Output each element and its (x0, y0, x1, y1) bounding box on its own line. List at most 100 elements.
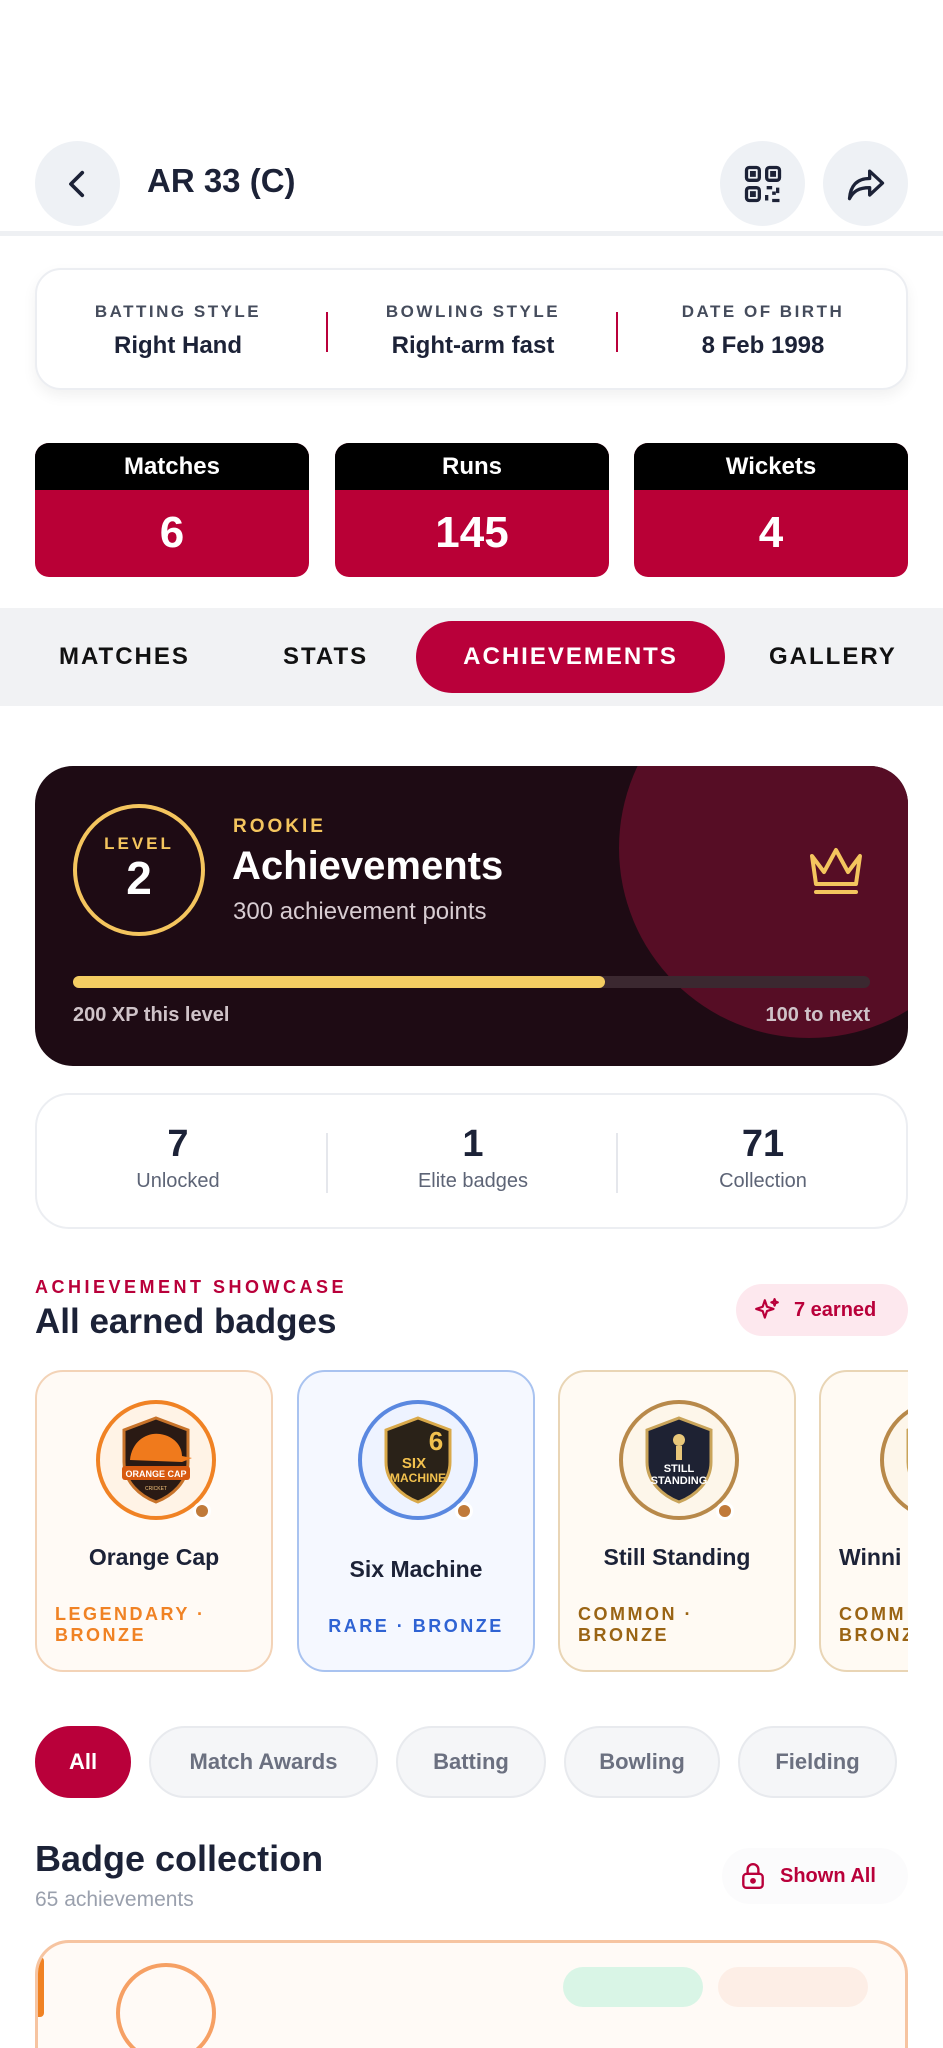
rarity-line: BRONZ (839, 1625, 908, 1645)
badge-card-still-standing[interactable]: STILL STANDING Still Standing COMMON · BR… (558, 1370, 796, 1672)
stat-value: 4 (758, 508, 784, 557)
bowling-style: BOWLING STYLE Right-arm fast (353, 302, 593, 360)
qr-code-icon (744, 165, 781, 202)
achievement-summary-card: 7 Unlocked 1 Elite badges 71 Collection (35, 1093, 908, 1229)
filter-match-awards[interactable]: Match Awards (149, 1726, 378, 1798)
divider (616, 1133, 618, 1193)
showcase-title: All earned badges (35, 1302, 337, 1341)
shown-all-button[interactable]: Shown All (722, 1848, 908, 1904)
filter-batting[interactable]: Batting (396, 1726, 546, 1798)
badge-name: Winni (839, 1544, 902, 1570)
rarity-line: COMM (839, 1604, 906, 1624)
badge-name: Orange Cap (88, 1544, 220, 1570)
rarity-line: COMMON · (578, 1604, 693, 1624)
emblem-text: STILL (664, 1463, 695, 1475)
badge-name: Still Standing (603, 1544, 751, 1570)
badge-emblem (880, 1400, 908, 1520)
filter-all[interactable]: All (35, 1726, 131, 1798)
stat-value: 145 (435, 508, 509, 557)
unlocked-count: 7 Unlocked (58, 1123, 298, 1193)
showcase-kicker: ACHIEVEMENT SHOWCASE (35, 1277, 348, 1297)
xp-this-level: 200 XP this level (73, 1004, 230, 1026)
emblem-text: ORANGE CAP (125, 1469, 186, 1479)
tab-achievements[interactable]: ACHIEVEMENTS (416, 621, 725, 693)
hero-title: Achievements (232, 844, 504, 888)
tab-stats[interactable]: STATS (283, 608, 368, 706)
status-badge (563, 1967, 703, 2007)
stat-label: Matches (35, 443, 309, 490)
tab-gallery[interactable]: GALLERY (769, 608, 897, 706)
decorative-circle (619, 766, 908, 1038)
info-label: BOWLING STYLE (385, 302, 561, 321)
xp-to-next: 100 to next (765, 1004, 870, 1026)
level-label: LEVEL (104, 834, 174, 853)
divider (616, 312, 618, 352)
emblem-text: SIX (402, 1455, 426, 1472)
lock-icon (742, 1863, 764, 1890)
batting-style: BATTING STYLE Right Hand (58, 302, 298, 360)
summary-value: 1 (462, 1123, 484, 1165)
badge-carousel[interactable]: ORANGE CAP CRICKET Orange Cap LEGENDARY … (35, 1368, 908, 1678)
divider (326, 1133, 328, 1193)
page-title: AR 33 (C) (147, 162, 296, 199)
tab-bar: MATCHES STATS ACHIEVEMENTS GALLERY (0, 608, 943, 706)
stat-value: 6 (159, 508, 185, 557)
share-button[interactable] (823, 141, 908, 226)
collection-count: 71 Collection (643, 1123, 883, 1193)
status-dot (193, 1502, 211, 1520)
crown-icon (810, 848, 862, 894)
share-arrow-icon (847, 169, 884, 200)
rarity-line: LEGENDARY · (55, 1604, 206, 1624)
date-of-birth: DATE OF BIRTH 8 Feb 1998 (643, 302, 883, 360)
info-label: DATE OF BIRTH (681, 302, 845, 321)
status-dot (716, 1502, 734, 1520)
badge-rarity: COMM BRONZ (839, 1604, 908, 1646)
filter-bowling[interactable]: Bowling (564, 1726, 720, 1798)
emblem-text: STANDING (651, 1475, 708, 1487)
qr-code-button[interactable] (720, 141, 805, 226)
tier-label: ROOKIE (233, 816, 326, 837)
still-standing-emblem-icon: STILL STANDING (645, 1416, 713, 1504)
filter-fielding[interactable]: Fielding (738, 1726, 897, 1798)
shown-all-label: Shown All (780, 1865, 876, 1887)
xp-progress-bar (73, 976, 870, 988)
xp-progress-fill (73, 976, 605, 988)
rarity-badge (718, 1967, 868, 2007)
stat-label: Wickets (634, 443, 908, 490)
tab-matches[interactable]: MATCHES (59, 608, 190, 706)
summary-label: Elite badges (417, 1170, 529, 1192)
badge-collection-item[interactable] (35, 1940, 908, 2048)
achievements-hero-card: LEVEL 2 ROOKIE Achievements 300 achievem… (35, 766, 908, 1066)
back-button[interactable] (35, 141, 120, 226)
wickets-stat: Wickets 4 (634, 443, 908, 577)
rarity-line: BRONZE (578, 1625, 669, 1645)
rarity-line: BRONZE (55, 1625, 146, 1645)
collection-title: Badge collection (35, 1838, 324, 1879)
summary-value: 7 (167, 1123, 189, 1165)
stat-label: Runs (335, 443, 609, 490)
hero-subtitle: 300 achievement points (233, 898, 487, 925)
earned-count-pill: 7 earned (736, 1284, 908, 1336)
runs-stat: Runs 145 (335, 443, 609, 577)
elite-badges-count: 1 Elite badges (353, 1123, 593, 1193)
collection-subtitle: 65 achievements (35, 1888, 194, 1911)
status-dot (455, 1502, 473, 1520)
divider (326, 312, 328, 352)
badge-card-six-machine[interactable]: 6 SIX MACHINE Six Machine RARE · BRONZE (297, 1370, 535, 1672)
summary-label: Unlocked (136, 1170, 220, 1192)
badge-emblem (116, 1963, 216, 2048)
six-machine-emblem-icon: 6 SIX MACHINE (384, 1416, 452, 1504)
accent-stripe (38, 1957, 44, 2017)
info-value: 8 Feb 1998 (701, 332, 825, 359)
info-value: Right-arm fast (391, 332, 555, 359)
badge-name: Six Machine (349, 1556, 483, 1582)
badge-rarity: LEGENDARY · BRONZE (55, 1604, 206, 1646)
matches-stat: Matches 6 (35, 443, 309, 577)
player-info-card: BATTING STYLE Right Hand BOWLING STYLE R… (35, 268, 908, 390)
summary-label: Collection (719, 1170, 807, 1192)
badge-card-orange-cap[interactable]: ORANGE CAP CRICKET Orange Cap LEGENDARY … (35, 1370, 273, 1672)
emblem-text: CRICKET (145, 1486, 167, 1492)
info-value: Right Hand (114, 332, 242, 359)
winning-emblem-icon (906, 1428, 908, 1472)
badge-card-winning[interactable]: Winni COMM BRONZ (819, 1370, 908, 1672)
